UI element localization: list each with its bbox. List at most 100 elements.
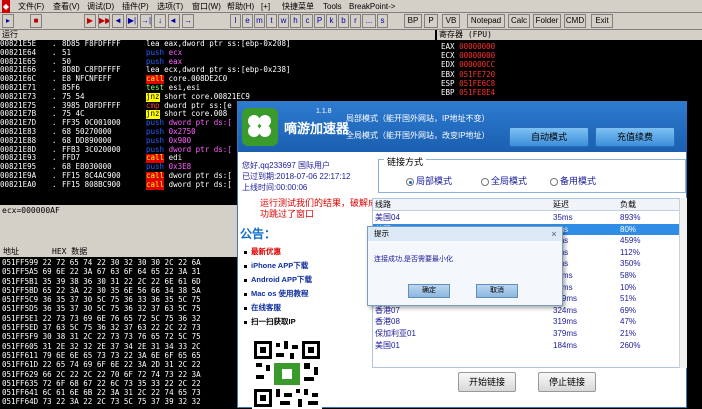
stop-connect-button[interactable]: 停止链接 <box>538 372 596 392</box>
tb-P[interactable]: P <box>314 14 325 28</box>
register-row[interactable]: EDX 000000CC <box>441 60 495 69</box>
notice-link[interactable]: 最新优惠 <box>244 245 339 259</box>
tb-r[interactable]: r <box>350 14 361 28</box>
hex-row[interactable]: 051FF635 72 6F 68 67 22 6C 73 35 33 22 2… <box>2 379 201 388</box>
tb-t[interactable]: t <box>266 14 277 28</box>
radio-local-mode[interactable]: 局部模式 <box>406 174 452 187</box>
auto-mode-button[interactable]: 自动模式 <box>509 127 589 147</box>
tb-s[interactable]: s <box>377 14 388 28</box>
notice-link[interactable]: iPhone APP下载 <box>244 259 339 273</box>
disasm-bytes: FF15 8C4AC900 <box>62 171 121 180</box>
hex-row[interactable]: 051FF5B1 35 39 38 36 30 31 22 2C 22 6E 6… <box>2 277 201 286</box>
table-row[interactable]: 保加利亚01 379ms 21% <box>373 328 679 340</box>
hex-row[interactable]: 051FF5F9 30 38 31 2C 22 73 73 76 65 72 5… <box>2 332 201 341</box>
tb-h[interactable]: h <box>290 14 301 28</box>
close-icon[interactable]: × <box>548 228 560 240</box>
register-row[interactable]: ECX 00000000 <box>441 51 495 60</box>
menu-file[interactable]: 文件(F) <box>18 0 44 13</box>
pause-icon[interactable]: ▶▶ <box>98 14 110 28</box>
tb-c[interactable]: c <box>302 14 313 28</box>
trace-over-icon[interactable]: ↓ <box>154 14 166 28</box>
p-button[interactable]: P <box>424 14 438 28</box>
disasm-row[interactable]: 00821E66. 8D8D C8FDFFFF lea ecx,dword ptr … <box>0 66 435 75</box>
tb-b[interactable]: b <box>338 14 349 28</box>
menu-view[interactable]: 查看(V) <box>53 0 80 13</box>
tb-l[interactable]: l <box>230 14 241 28</box>
hex-row[interactable]: 051FF5D5 36 35 37 30 5C 75 36 32 37 63 5… <box>2 304 201 313</box>
dialog-ok-button[interactable]: 确定 <box>408 284 450 298</box>
table-row[interactable]: 美国01 184ms 260% <box>373 340 679 352</box>
hex-row[interactable]: 051FF611 79 6E 6E 65 73 73 22 3A 6E 6F 6… <box>2 351 201 360</box>
disasm-bytes: 51 <box>62 48 72 57</box>
hex-row[interactable]: 051FF599 22 72 65 74 22 30 32 30 30 2C 2… <box>2 258 201 267</box>
register-row[interactable]: EBX 051FE720 <box>441 70 495 79</box>
tb-dots[interactable]: ... <box>362 14 376 28</box>
menu-bar: ◆ 文件(F) 查看(V) 调试(D) 插件(P) 选项(T) 窗口(W) 帮助… <box>0 0 702 13</box>
notepad-button[interactable]: Notepad <box>467 14 505 28</box>
menu-window[interactable]: 窗口(W) <box>192 0 221 13</box>
radio-global-mode[interactable]: 全局模式 <box>481 174 527 187</box>
hex-row[interactable]: 051FF5ED 37 63 5C 75 36 32 37 63 22 2C 2… <box>2 323 201 332</box>
hex-row[interactable]: 051FF5A5 69 6E 22 3A 67 63 6F 64 65 22 3… <box>2 267 201 276</box>
bp-button[interactable]: BP <box>404 14 422 28</box>
calc-button[interactable]: Calc <box>508 14 530 28</box>
disasm-row[interactable]: 00821E65. 50 push eax <box>0 58 435 67</box>
disasm-row[interactable]: 00821E71. 85F6 test esi,esi <box>0 84 435 93</box>
register-row[interactable]: EAX 00000000 <box>441 42 495 51</box>
disasm-row[interactable]: 00821E64. 51 push ecx <box>0 49 435 58</box>
menu-plugins[interactable]: 插件(P) <box>122 0 149 13</box>
disasm-row[interactable]: 00821E6C. E8 NFCNFEFF call core.008DE2C0 <box>0 75 435 84</box>
vb-button[interactable]: VB <box>442 14 460 28</box>
trace-into-icon[interactable]: →| <box>140 14 152 28</box>
dialog-cancel-button[interactable]: 取消 <box>476 284 518 298</box>
tb-w[interactable]: w <box>278 14 289 28</box>
table-row[interactable]: 美国04 35ms 893% <box>373 212 679 224</box>
close-process-icon[interactable]: ■ <box>30 14 42 28</box>
radio-backup-mode[interactable]: 备用模式 <box>550 174 596 187</box>
menu-breakpoint[interactable]: BreakPoint-> <box>349 0 395 13</box>
notice-link[interactable]: Mac os 使用教程 <box>244 287 339 301</box>
exit-button[interactable]: Exit <box>591 14 613 28</box>
run-icon[interactable]: ▶ <box>84 14 96 28</box>
register-row[interactable]: EBP 051FE8E4 <box>441 88 495 97</box>
cell-delay: 379ms <box>553 328 578 338</box>
notice-link[interactable]: Android APP下载 <box>244 273 339 287</box>
hex-dump-pane[interactable]: 地址 HEX 数据 051FF599 22 72 65 74 22 30 32 … <box>0 247 237 408</box>
menu-debug[interactable]: 调试(D) <box>87 0 114 13</box>
menu-tools[interactable]: Tools <box>323 0 342 13</box>
notice-link[interactable]: 在线客服 <box>244 301 339 315</box>
hex-bytes: 36 35 37 30 5C 75 36 32 37 63 5C 75 <box>42 304 201 314</box>
goto-icon[interactable]: → <box>182 14 194 28</box>
disasm-sep: . <box>52 136 57 145</box>
hex-row[interactable]: 051FF629 66 2C 22 2C 22 70 6F 72 74 73 2… <box>2 370 201 379</box>
menu-options[interactable]: 选项(T) <box>157 0 183 13</box>
tb-e[interactable]: e <box>242 14 253 28</box>
open-icon[interactable]: ▸ <box>2 14 14 28</box>
start-connect-button[interactable]: 开始链接 <box>458 372 516 392</box>
tb-k[interactable]: k <box>326 14 337 28</box>
register-row[interactable]: ESP 051FE6C8 <box>441 79 495 88</box>
cmd-button[interactable]: CMD <box>564 14 586 28</box>
execute-till-return-icon[interactable]: ◄◄ <box>168 14 180 28</box>
hex-row[interactable]: 051FF5C9 36 35 37 30 5C 75 36 33 36 35 5… <box>2 295 201 304</box>
recharge-button[interactable]: 充值续费 <box>595 127 675 147</box>
hex-row[interactable]: 051FF605 31 2E 32 32 2E 37 34 2E 31 34 3… <box>2 342 201 351</box>
register-name: EAX <box>441 42 455 51</box>
hex-row[interactable]: 051FF5E1 22 73 73 69 6E 76 65 72 5C 75 3… <box>2 314 201 323</box>
step-into-icon[interactable]: ◄ <box>112 14 124 28</box>
hex-row[interactable]: 051FF64D 73 22 3A 22 2C 73 5C 75 37 39 3… <box>2 397 201 406</box>
notice-link[interactable]: 扫一扫获取IP <box>244 315 339 329</box>
table-row[interactable]: 香港07 324ms 69% <box>373 305 679 317</box>
menu-help[interactable]: 帮助(H) <box>227 0 254 13</box>
hex-row[interactable]: 051FF61D 22 65 74 69 6F 6E 22 3A 2D 31 2… <box>2 360 201 369</box>
hex-row[interactable]: 051FF5BD 65 22 3A 22 30 35 6E 56 66 34 3… <box>2 286 201 295</box>
menu-quick[interactable]: 快捷菜单 <box>282 0 314 13</box>
step-over-icon[interactable]: ▶| <box>126 14 138 28</box>
table-scrollbar[interactable] <box>679 198 687 368</box>
tb-m[interactable]: m <box>254 14 265 28</box>
folder-button[interactable]: Folder <box>533 14 561 28</box>
table-row[interactable]: 香港08 319ms 47% <box>373 316 679 328</box>
menu-plus[interactable]: [+] <box>261 0 270 13</box>
disasm-row[interactable]: 00821E5E. 8D85 F8FDFFFF lea eax,dword ptr … <box>0 40 435 49</box>
hex-row[interactable]: 051FF641 6C 61 6E 6B 22 3A 31 2C 22 74 6… <box>2 388 201 397</box>
